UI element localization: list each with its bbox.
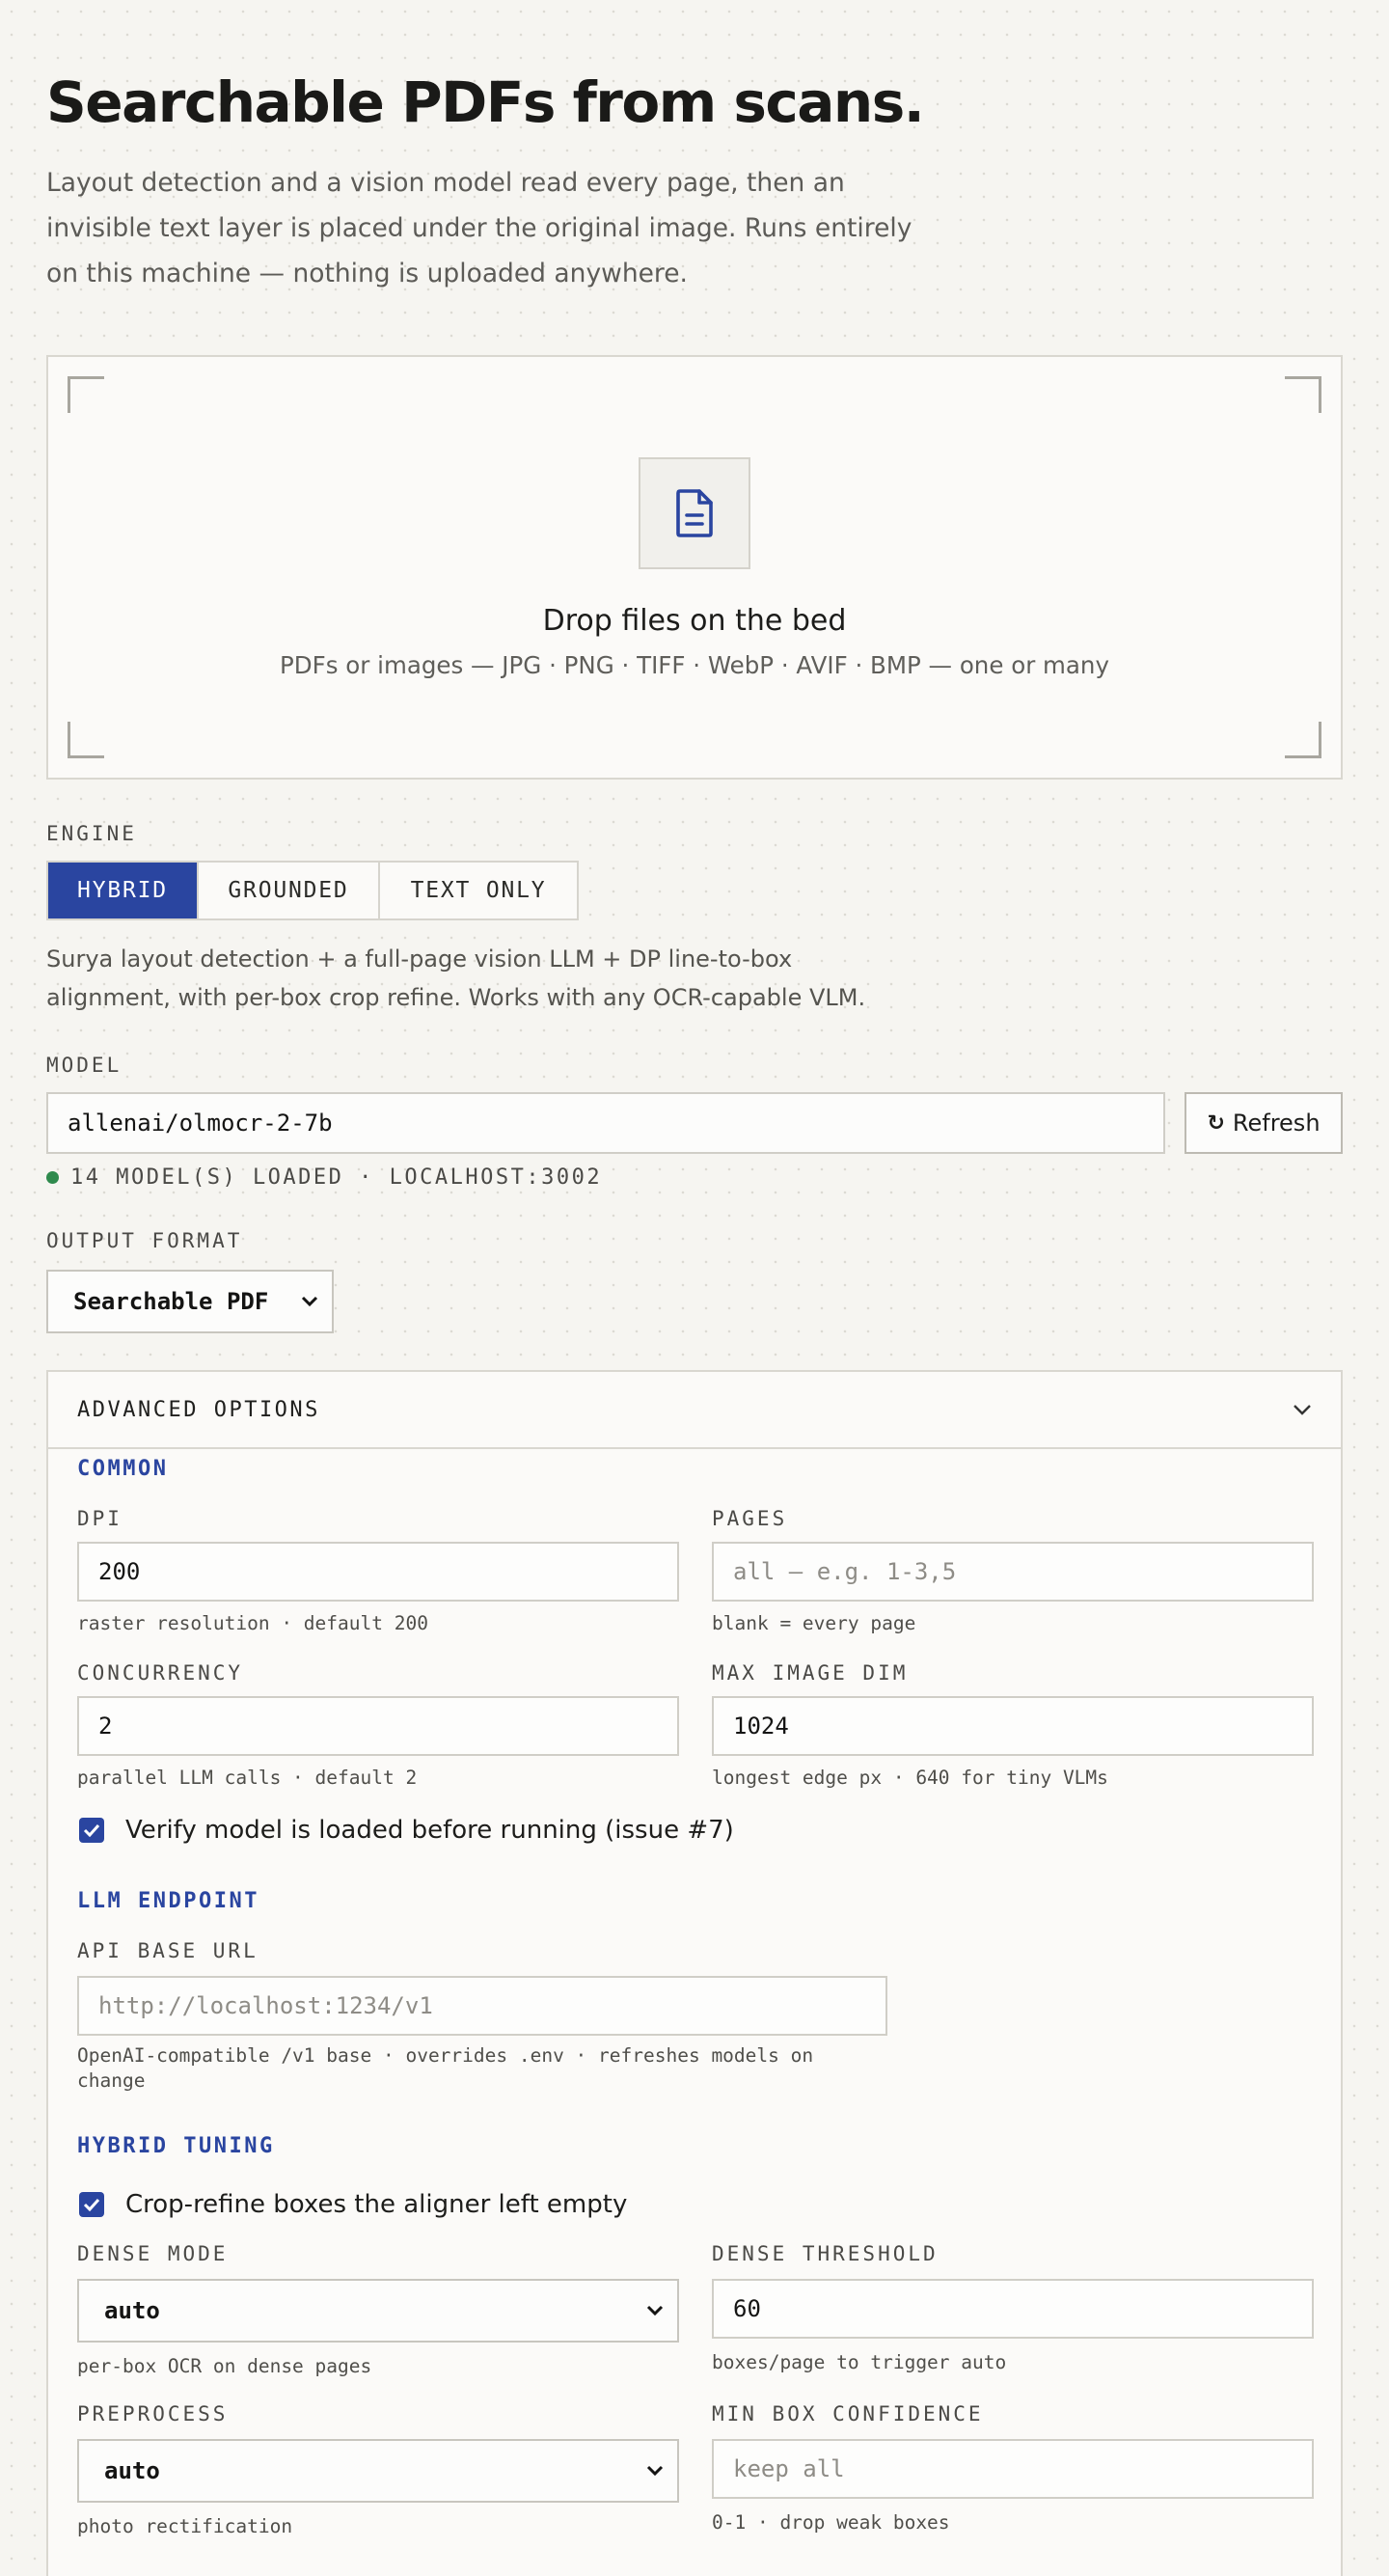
preprocess-label: PREPROCESS xyxy=(77,2402,229,2425)
file-dropzone[interactable]: Drop files on the bed PDFs or images — J… xyxy=(46,355,1343,780)
section-llm-endpoint: LLM ENDPOINT xyxy=(77,1889,259,1913)
output-format-select[interactable]: Searchable PDF xyxy=(46,1270,334,1333)
concurrency-input[interactable]: 2 xyxy=(77,1696,679,1756)
model-status: 14 MODEL(S) LOADED · LOCALHOST:3002 xyxy=(46,1165,602,1190)
api-base-url-hint-line: OpenAI-compatible /v1 base · overrides .… xyxy=(77,2044,814,2067)
file-icon-box xyxy=(639,457,750,569)
dropzone-corner xyxy=(1285,376,1321,413)
pages-hint: blank = every page xyxy=(712,1612,916,1634)
chevron-down-icon xyxy=(301,1296,318,1307)
dense-threshold-hint: boxes/page to trigger auto xyxy=(712,2351,1007,2373)
min-box-confidence-hint: 0-1 · drop weak boxes xyxy=(712,2511,950,2534)
engine-description-line: Surya layout detection + a full-page vis… xyxy=(46,945,793,973)
dropzone-corner xyxy=(68,722,104,758)
engine-label: ENGINE xyxy=(46,822,137,845)
intro-line: on this machine — nothing is uploaded an… xyxy=(46,259,688,288)
dpi-hint: raster resolution · default 200 xyxy=(77,1612,428,1634)
dense-mode-select[interactable]: auto xyxy=(77,2279,679,2343)
dropzone-title: Drop files on the bed xyxy=(542,604,847,638)
dropzone-corner xyxy=(68,376,104,413)
dropzone-corner xyxy=(1285,722,1321,758)
file-text-icon xyxy=(676,489,713,537)
api-base-url-hint: OpenAI-compatible /v1 base · overrides .… xyxy=(77,2043,907,2094)
max-image-dim-input[interactable]: 1024 xyxy=(712,1696,1314,1756)
dpi-input[interactable]: 200 xyxy=(77,1542,679,1602)
verify-model-checkbox-row[interactable]: Verify model is loaded before running (i… xyxy=(79,1816,734,1845)
dense-mode-value: auto xyxy=(104,2297,160,2324)
checkbox-checked-icon[interactable] xyxy=(79,1818,104,1843)
dense-mode-label: DENSE MODE xyxy=(77,2242,229,2265)
dense-threshold-input[interactable]: 60 xyxy=(712,2279,1314,2339)
engine-option-text-only[interactable]: TEXT ONLY xyxy=(380,863,577,918)
chevron-down-icon xyxy=(646,2305,664,2316)
checkbox-checked-icon[interactable] xyxy=(79,2192,104,2217)
refresh-label: Refresh xyxy=(1232,1110,1321,1137)
model-input[interactable]: allenai/olmocr-2-7b xyxy=(46,1092,1165,1154)
api-base-url-input[interactable]: http://localhost:1234/v1 xyxy=(77,1976,887,2036)
refresh-icon: ↻ xyxy=(1207,1110,1225,1136)
chevron-down-icon xyxy=(646,2465,664,2477)
crop-refine-checkbox-row[interactable]: Crop-refine boxes the aligner left empty xyxy=(79,2190,627,2219)
dpi-label: DPI xyxy=(77,1507,123,1530)
api-base-url-label: API BASE URL xyxy=(77,1939,259,1962)
intro-line: invisible text layer is placed under the… xyxy=(46,213,912,243)
model-label: MODEL xyxy=(46,1054,123,1077)
output-format-label: OUTPUT FORMAT xyxy=(46,1229,243,1252)
pages-input[interactable]: all — e.g. 1-3,5 xyxy=(712,1542,1314,1602)
advanced-options-panel: ADVANCED OPTIONS COMMON DPI 200 raster r… xyxy=(46,1370,1343,2576)
pages-label: PAGES xyxy=(712,1507,788,1530)
output-format-value: Searchable PDF xyxy=(73,1288,269,1315)
min-box-confidence-input[interactable]: keep all xyxy=(712,2439,1314,2499)
preprocess-hint: photo rectification xyxy=(77,2515,293,2537)
preprocess-value: auto xyxy=(104,2457,160,2484)
dense-mode-hint: per-box OCR on dense pages xyxy=(77,2355,372,2377)
intro-line: Layout detection and a vision model read… xyxy=(46,168,845,198)
model-status-text: 14 MODEL(S) LOADED · LOCALHOST:3002 xyxy=(70,1165,603,1190)
engine-option-hybrid[interactable]: HYBRID xyxy=(48,863,199,918)
crop-refine-label: Crop-refine boxes the aligner left empty xyxy=(125,2190,628,2219)
page-intro: Layout detection and a vision model read… xyxy=(46,160,914,296)
section-common: COMMON xyxy=(77,1457,169,1481)
verify-model-label: Verify model is loaded before running (i… xyxy=(125,1816,734,1845)
status-dot-icon xyxy=(46,1171,59,1184)
engine-description-line: alignment, with per-box crop refine. Wor… xyxy=(46,984,866,1011)
concurrency-hint: parallel LLM calls · default 2 xyxy=(77,1767,418,1789)
max-image-dim-label: MAX IMAGE DIM xyxy=(712,1661,909,1685)
preprocess-select[interactable]: auto xyxy=(77,2439,679,2503)
advanced-options-header[interactable]: ADVANCED OPTIONS xyxy=(48,1372,1341,1449)
section-hybrid-tuning: HYBRID TUNING xyxy=(77,2134,275,2158)
max-image-dim-hint: longest edge px · 640 for tiny VLMs xyxy=(712,1767,1108,1789)
dense-threshold-label: DENSE THRESHOLD xyxy=(712,2242,939,2265)
min-box-confidence-label: MIN BOX CONFIDENCE xyxy=(712,2402,984,2425)
dropzone-subtitle: PDFs or images — JPG · PNG · TIFF · WebP… xyxy=(280,651,1109,679)
chevron-down-icon xyxy=(1294,1405,1311,1415)
engine-option-grounded[interactable]: GROUNDED xyxy=(199,863,380,918)
page-title: Searchable PDFs from scans. xyxy=(46,69,925,135)
engine-selector: HYBRID GROUNDED TEXT ONLY xyxy=(46,861,579,920)
concurrency-label: CONCURRENCY xyxy=(77,1661,244,1685)
advanced-options-title: ADVANCED OPTIONS xyxy=(77,1397,320,1422)
refresh-button[interactable]: ↻ Refresh xyxy=(1185,1092,1343,1154)
engine-description: Surya layout detection + a full-page vis… xyxy=(46,940,914,1017)
api-base-url-hint-line: change xyxy=(77,2069,146,2092)
